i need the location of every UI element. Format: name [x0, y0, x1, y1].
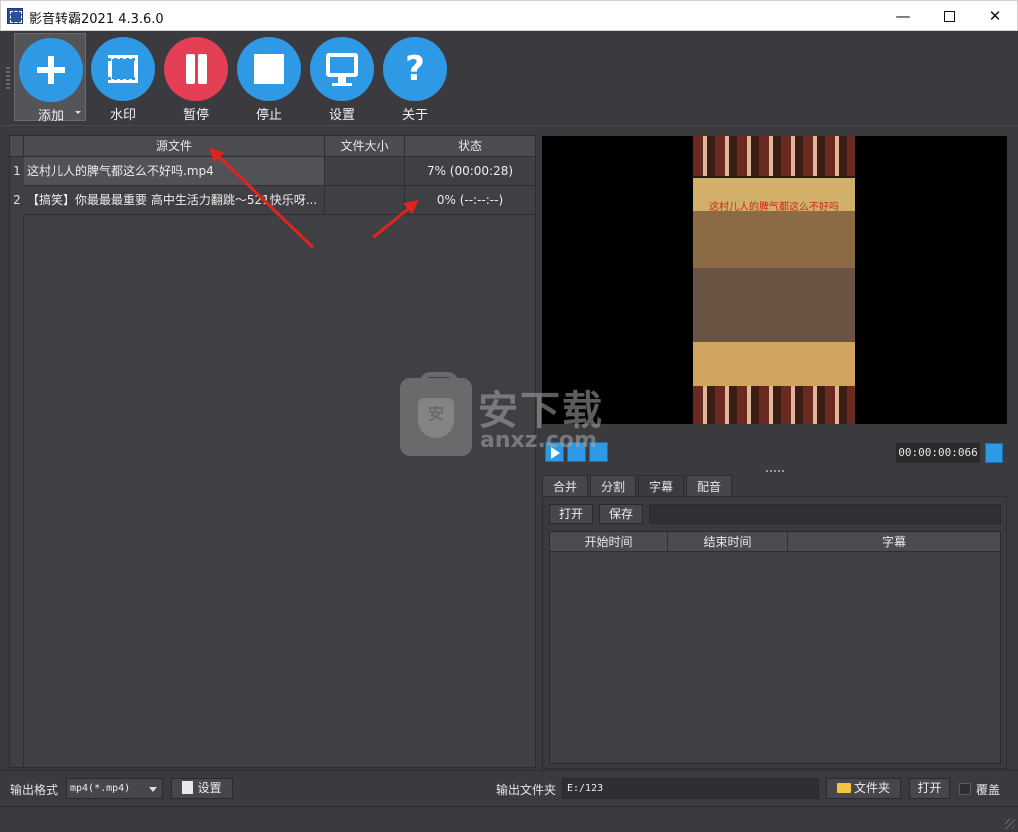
output-format-select[interactable]: mp4(*.mp4) [66, 778, 163, 799]
watermark-url: anxz.com [480, 428, 597, 453]
subtitle-panel: 打开 保存 开始时间 结束时间 字幕 [542, 496, 1007, 769]
document-icon [182, 781, 194, 794]
time-display: 00:00:00:066 [896, 443, 980, 463]
table-header: 源文件 文件大小 状态 [10, 136, 535, 157]
column-header-subtitle[interactable]: 字幕 [788, 532, 1000, 552]
resize-grip-icon[interactable] [1005, 819, 1015, 829]
row-number: 1 [13, 164, 21, 178]
pause-label: 暂停 [182, 108, 209, 123]
save-subtitle-button[interactable]: 保存 [599, 504, 643, 524]
tab-merge[interactable]: 合并 [542, 475, 588, 497]
bag-icon: 安 [400, 372, 472, 456]
column-header-size[interactable]: 文件大小 [325, 136, 405, 157]
output-bar: 输出格式 mp4(*.mp4) 设置 输出文件夹 E:/123 文件夹 打开 覆… [0, 770, 1018, 806]
choose-folder-button[interactable]: 文件夹 [826, 778, 901, 799]
tab-dubbing[interactable]: 配音 [686, 475, 732, 497]
add-button[interactable]: 添加 [14, 33, 86, 124]
output-folder-label: 输出文件夹 [496, 783, 557, 797]
column-header-status[interactable]: 状态 [405, 136, 535, 157]
about-button[interactable]: ? 关于 [379, 33, 451, 123]
format-settings-button[interactable]: 设置 [171, 778, 233, 799]
stop-label: 停止 [255, 108, 282, 123]
table-row[interactable]: 1 这村儿人的脾气都这么不好吗.mp4 7% (00:00:28) [10, 157, 535, 186]
tab-split[interactable]: 分割 [590, 475, 636, 497]
app-icon [7, 8, 23, 24]
site-watermark: 安 安下载 anxz.com [400, 372, 630, 462]
main-toolbar: 添加 水印 暂停 停止 设置 ? 关于 [0, 31, 1018, 126]
watermark-button[interactable]: 水印 [87, 33, 159, 123]
column-header-start[interactable]: 开始时间 [550, 532, 668, 552]
minimize-button[interactable]: — [880, 1, 926, 31]
output-format-value: mp4(*.mp4) [70, 783, 131, 794]
row-number: 2 [13, 193, 21, 207]
about-label: 关于 [401, 108, 428, 123]
output-format-label: 输出格式 [10, 783, 59, 797]
tab-subtitle[interactable]: 字幕 [638, 475, 684, 498]
format-settings-label: 设置 [197, 781, 222, 795]
dropdown-arrow-icon[interactable] [75, 111, 81, 114]
video-frame: 这村儿人的脾气都这么不好吗 [693, 136, 855, 424]
tool-tabs: 合并 分割 字幕 配音 [542, 475, 1007, 498]
status-cell[interactable]: 0% (--:--:--) [405, 186, 535, 215]
open-folder-button[interactable]: 打开 [909, 778, 950, 799]
window-title: 影音转霸2021 4.3.6.0 [29, 12, 164, 27]
settings-button[interactable]: 设置 [306, 33, 378, 123]
panel-splitter[interactable] [766, 470, 784, 472]
maximize-icon [943, 11, 955, 22]
subtitle-path-field[interactable] [649, 504, 1001, 524]
close-button[interactable]: ✕ [972, 1, 1018, 31]
source-cell[interactable]: 【搞笑】你最最最重要 高中生活力翻跳～521快乐呀... [24, 186, 325, 215]
size-cell[interactable] [325, 186, 405, 215]
add-label: 添加 [37, 109, 64, 124]
pause-button[interactable]: 暂停 [160, 33, 232, 123]
chevron-down-icon [149, 787, 157, 792]
plus-icon [19, 38, 83, 102]
folder-icon [836, 783, 851, 793]
toolbar-grip[interactable] [6, 67, 10, 89]
output-folder-input[interactable]: E:/123 [562, 778, 819, 799]
row-number-gutter [10, 215, 24, 767]
settings-label: 设置 [328, 108, 355, 123]
overwrite-label: 覆盖 [976, 783, 1001, 797]
watermark-label: 水印 [109, 108, 136, 123]
maximize-button[interactable] [926, 1, 972, 31]
size-cell[interactable] [325, 157, 405, 186]
title-bar: 影音转霸2021 4.3.6.0 — ✕ [0, 0, 1018, 31]
stop-icon [237, 37, 301, 101]
question-icon: ? [383, 37, 447, 101]
source-cell[interactable]: 这村儿人的脾气都这么不好吗.mp4 [24, 157, 325, 186]
monitor-icon [310, 37, 374, 101]
film-icon [91, 37, 155, 101]
choose-folder-label: 文件夹 [853, 781, 890, 795]
column-header-end[interactable]: 结束时间 [668, 532, 788, 552]
overwrite-checkbox[interactable] [959, 783, 971, 795]
stop-button[interactable]: 停止 [233, 33, 305, 123]
subtitle-table: 开始时间 结束时间 字幕 [549, 531, 1001, 764]
pause-icon [164, 37, 228, 101]
row-number-header [10, 136, 24, 157]
video-caption: 这村儿人的脾气都这么不好吗 [709, 202, 839, 213]
clock-icon[interactable] [985, 443, 1003, 463]
open-subtitle-button[interactable]: 打开 [549, 504, 593, 524]
status-cell[interactable]: 7% (00:00:28) [405, 157, 535, 186]
column-header-source[interactable]: 源文件 [24, 136, 325, 157]
status-bar [0, 806, 1018, 832]
